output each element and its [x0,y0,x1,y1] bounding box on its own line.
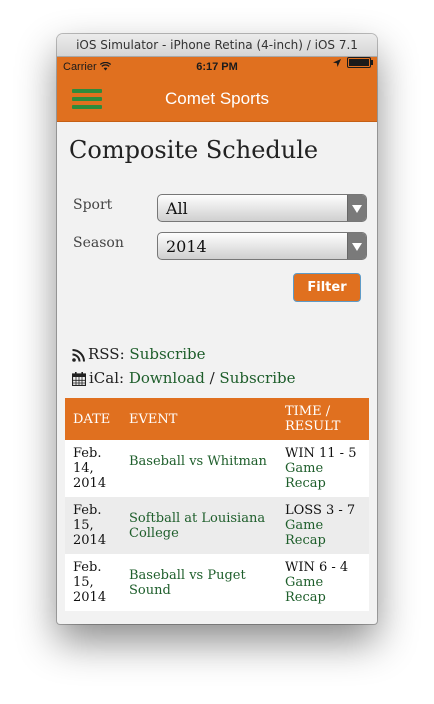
row-result-cell: LOSS 3 - 7 Game Recap [277,497,369,554]
table-row: Feb. 15, 2014 Softball at Louisiana Coll… [65,497,369,554]
app-title: Comet Sports [165,89,269,108]
status-right [333,57,373,68]
row-event-cell: Baseball vs Puget Sound [121,554,277,611]
sport-select[interactable]: All [157,194,367,222]
game-recap-link[interactable]: Game Recap [285,461,326,491]
table-row: Feb. 14, 2014 Baseball vs Whitman WIN 11… [65,440,369,497]
chevron-down-icon [347,233,366,259]
feed-links: RSS: Subscribe iCal: Download / Subscrib… [65,342,369,390]
row-result-cell: WIN 11 - 5 Game Recap [277,440,369,497]
ical-download-link[interactable]: Download [129,369,205,387]
season-select-value: 2014 [166,237,207,256]
ical-line: iCal: Download / Subscribe [72,366,369,390]
rss-icon [72,348,85,362]
table-row: Feb. 15, 2014 Baseball vs Puget Sound WI… [65,554,369,611]
simulator-window: iOS Simulator - iPhone Retina (4-inch) /… [57,34,377,624]
row-result: WIN 6 - 4 [285,560,349,575]
rss-subscribe-link[interactable]: Subscribe [129,345,205,363]
page-title: Composite Schedule [69,136,319,164]
schedule-table: DATE EVENT TIME / RESULT Feb. 14, 2014 B… [65,398,369,611]
sport-label: Sport [73,197,113,213]
nav-bar: Comet Sports [57,77,377,122]
filter-wrap: Filter [65,273,369,302]
simulator-title: iOS Simulator - iPhone Retina (4-inch) /… [57,34,377,74]
season-row: Season 2014 [65,232,369,260]
row-date: Feb. 15, 2014 [65,554,121,611]
event-link[interactable]: Baseball vs Whitman [129,454,269,469]
main-content: Composite Schedule Sport All Season 2014… [57,122,377,611]
row-date: Feb. 14, 2014 [65,440,121,497]
column-header-event: EVENT [121,398,277,440]
season-label: Season [73,235,124,251]
row-result-cell: WIN 6 - 4 Game Recap [277,554,369,611]
calendar-icon [72,372,86,386]
rss-line: RSS: Subscribe [72,342,369,366]
battery-icon [347,57,373,68]
status-time: 6:17 PM [196,61,238,73]
game-recap-link[interactable]: Game Recap [285,518,326,548]
row-result: WIN 11 - 5 [285,446,357,461]
filter-button[interactable]: Filter [293,273,361,302]
table-header-row: DATE EVENT TIME / RESULT [65,398,369,440]
chevron-down-icon [347,195,366,221]
season-select[interactable]: 2014 [157,232,367,260]
row-date: Feb. 15, 2014 [65,497,121,554]
game-recap-link[interactable]: Game Recap [285,575,326,605]
row-event-cell: Baseball vs Whitman [121,440,277,497]
column-header-date: DATE [65,398,121,440]
sport-row: Sport All [65,194,369,222]
column-header-result: TIME / RESULT [277,398,369,440]
event-link[interactable]: Baseball vs Puget Sound [129,568,269,598]
row-result: LOSS 3 - 7 [285,503,356,518]
location-arrow-icon [333,58,341,67]
row-event-cell: Softball at Louisiana College [121,497,277,554]
ical-label: iCal: [89,369,125,387]
sport-select-value: All [166,199,188,218]
ical-subscribe-link[interactable]: Subscribe [219,369,295,387]
ical-separator: / [209,369,215,387]
rss-label: RSS: [88,345,125,363]
event-link[interactable]: Softball at Louisiana College [129,511,269,541]
status-bar: Carrier 6:17 PM [57,57,377,77]
